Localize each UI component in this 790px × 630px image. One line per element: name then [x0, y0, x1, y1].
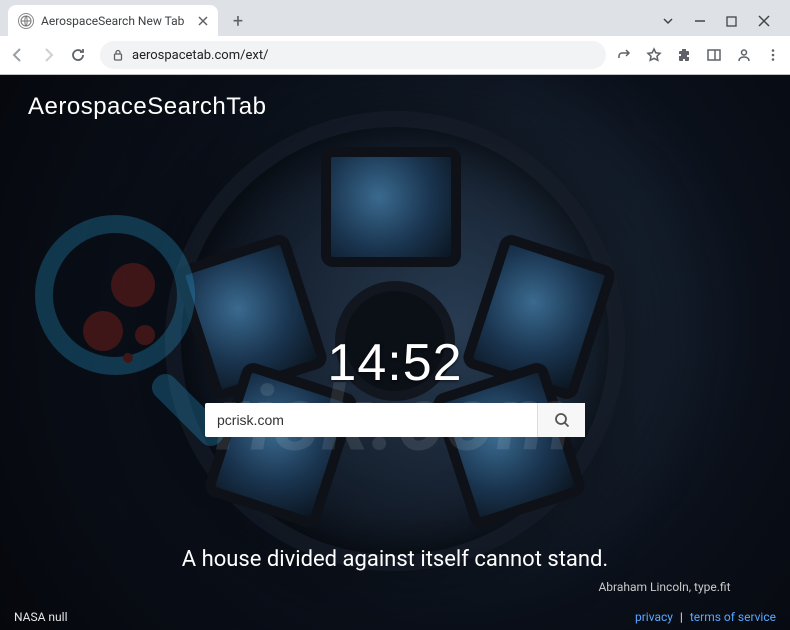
tab-strip: AerospaceSearch New Tab + — [0, 0, 790, 36]
side-panel-icon[interactable] — [706, 47, 722, 63]
footer-links: privacy | terms of service — [635, 610, 776, 624]
profile-icon[interactable] — [736, 47, 752, 63]
quote-author: Abraham Lincoln, type.fit — [40, 580, 751, 594]
extensions-icon[interactable] — [676, 47, 692, 63]
search-bar — [205, 403, 585, 437]
privacy-link[interactable]: privacy — [635, 610, 673, 624]
forward-button — [40, 47, 60, 63]
toolbar-icons — [616, 47, 780, 63]
tab-title: AerospaceSearch New Tab — [41, 14, 191, 28]
search-input[interactable] — [205, 403, 537, 437]
terms-link[interactable]: terms of service — [690, 610, 776, 624]
search-icon — [554, 412, 570, 428]
footer: NASA null privacy | terms of service — [0, 604, 790, 630]
image-credit: NASA null — [14, 610, 68, 624]
share-icon[interactable] — [616, 47, 632, 63]
reload-button[interactable] — [70, 47, 90, 63]
watermark-magnifier-icon — [35, 215, 195, 375]
page-content: risk.com AerospaceSearchTab 14:52 A hous… — [0, 75, 790, 630]
search-button[interactable] — [537, 403, 585, 437]
lock-icon — [112, 49, 124, 61]
menu-icon[interactable] — [766, 48, 780, 62]
new-tab-button[interactable]: + — [224, 7, 252, 35]
globe-icon — [18, 13, 34, 29]
page-title: AerospaceSearchTab — [28, 93, 266, 121]
toolbar: aerospacetab.com/ext/ — [0, 36, 790, 74]
maximize-button[interactable] — [726, 16, 740, 27]
back-button[interactable] — [10, 47, 30, 63]
minimize-button[interactable] — [694, 15, 708, 27]
quote-block: A house divided against itself cannot st… — [40, 547, 751, 594]
window-controls — [662, 15, 790, 27]
close-icon[interactable] — [198, 16, 208, 26]
browser-chrome: AerospaceSearch New Tab + aerospacetab.c… — [0, 0, 790, 75]
browser-tab[interactable]: AerospaceSearch New Tab — [8, 5, 218, 37]
close-button[interactable] — [758, 15, 772, 27]
address-bar[interactable]: aerospacetab.com/ext/ — [100, 41, 606, 69]
clock: 14:52 — [327, 333, 462, 393]
url-text: aerospacetab.com/ext/ — [132, 48, 268, 63]
quote-text: A house divided against itself cannot st… — [40, 547, 751, 572]
star-icon[interactable] — [646, 47, 662, 63]
chevron-down-icon[interactable] — [662, 15, 676, 27]
separator: | — [680, 610, 683, 624]
